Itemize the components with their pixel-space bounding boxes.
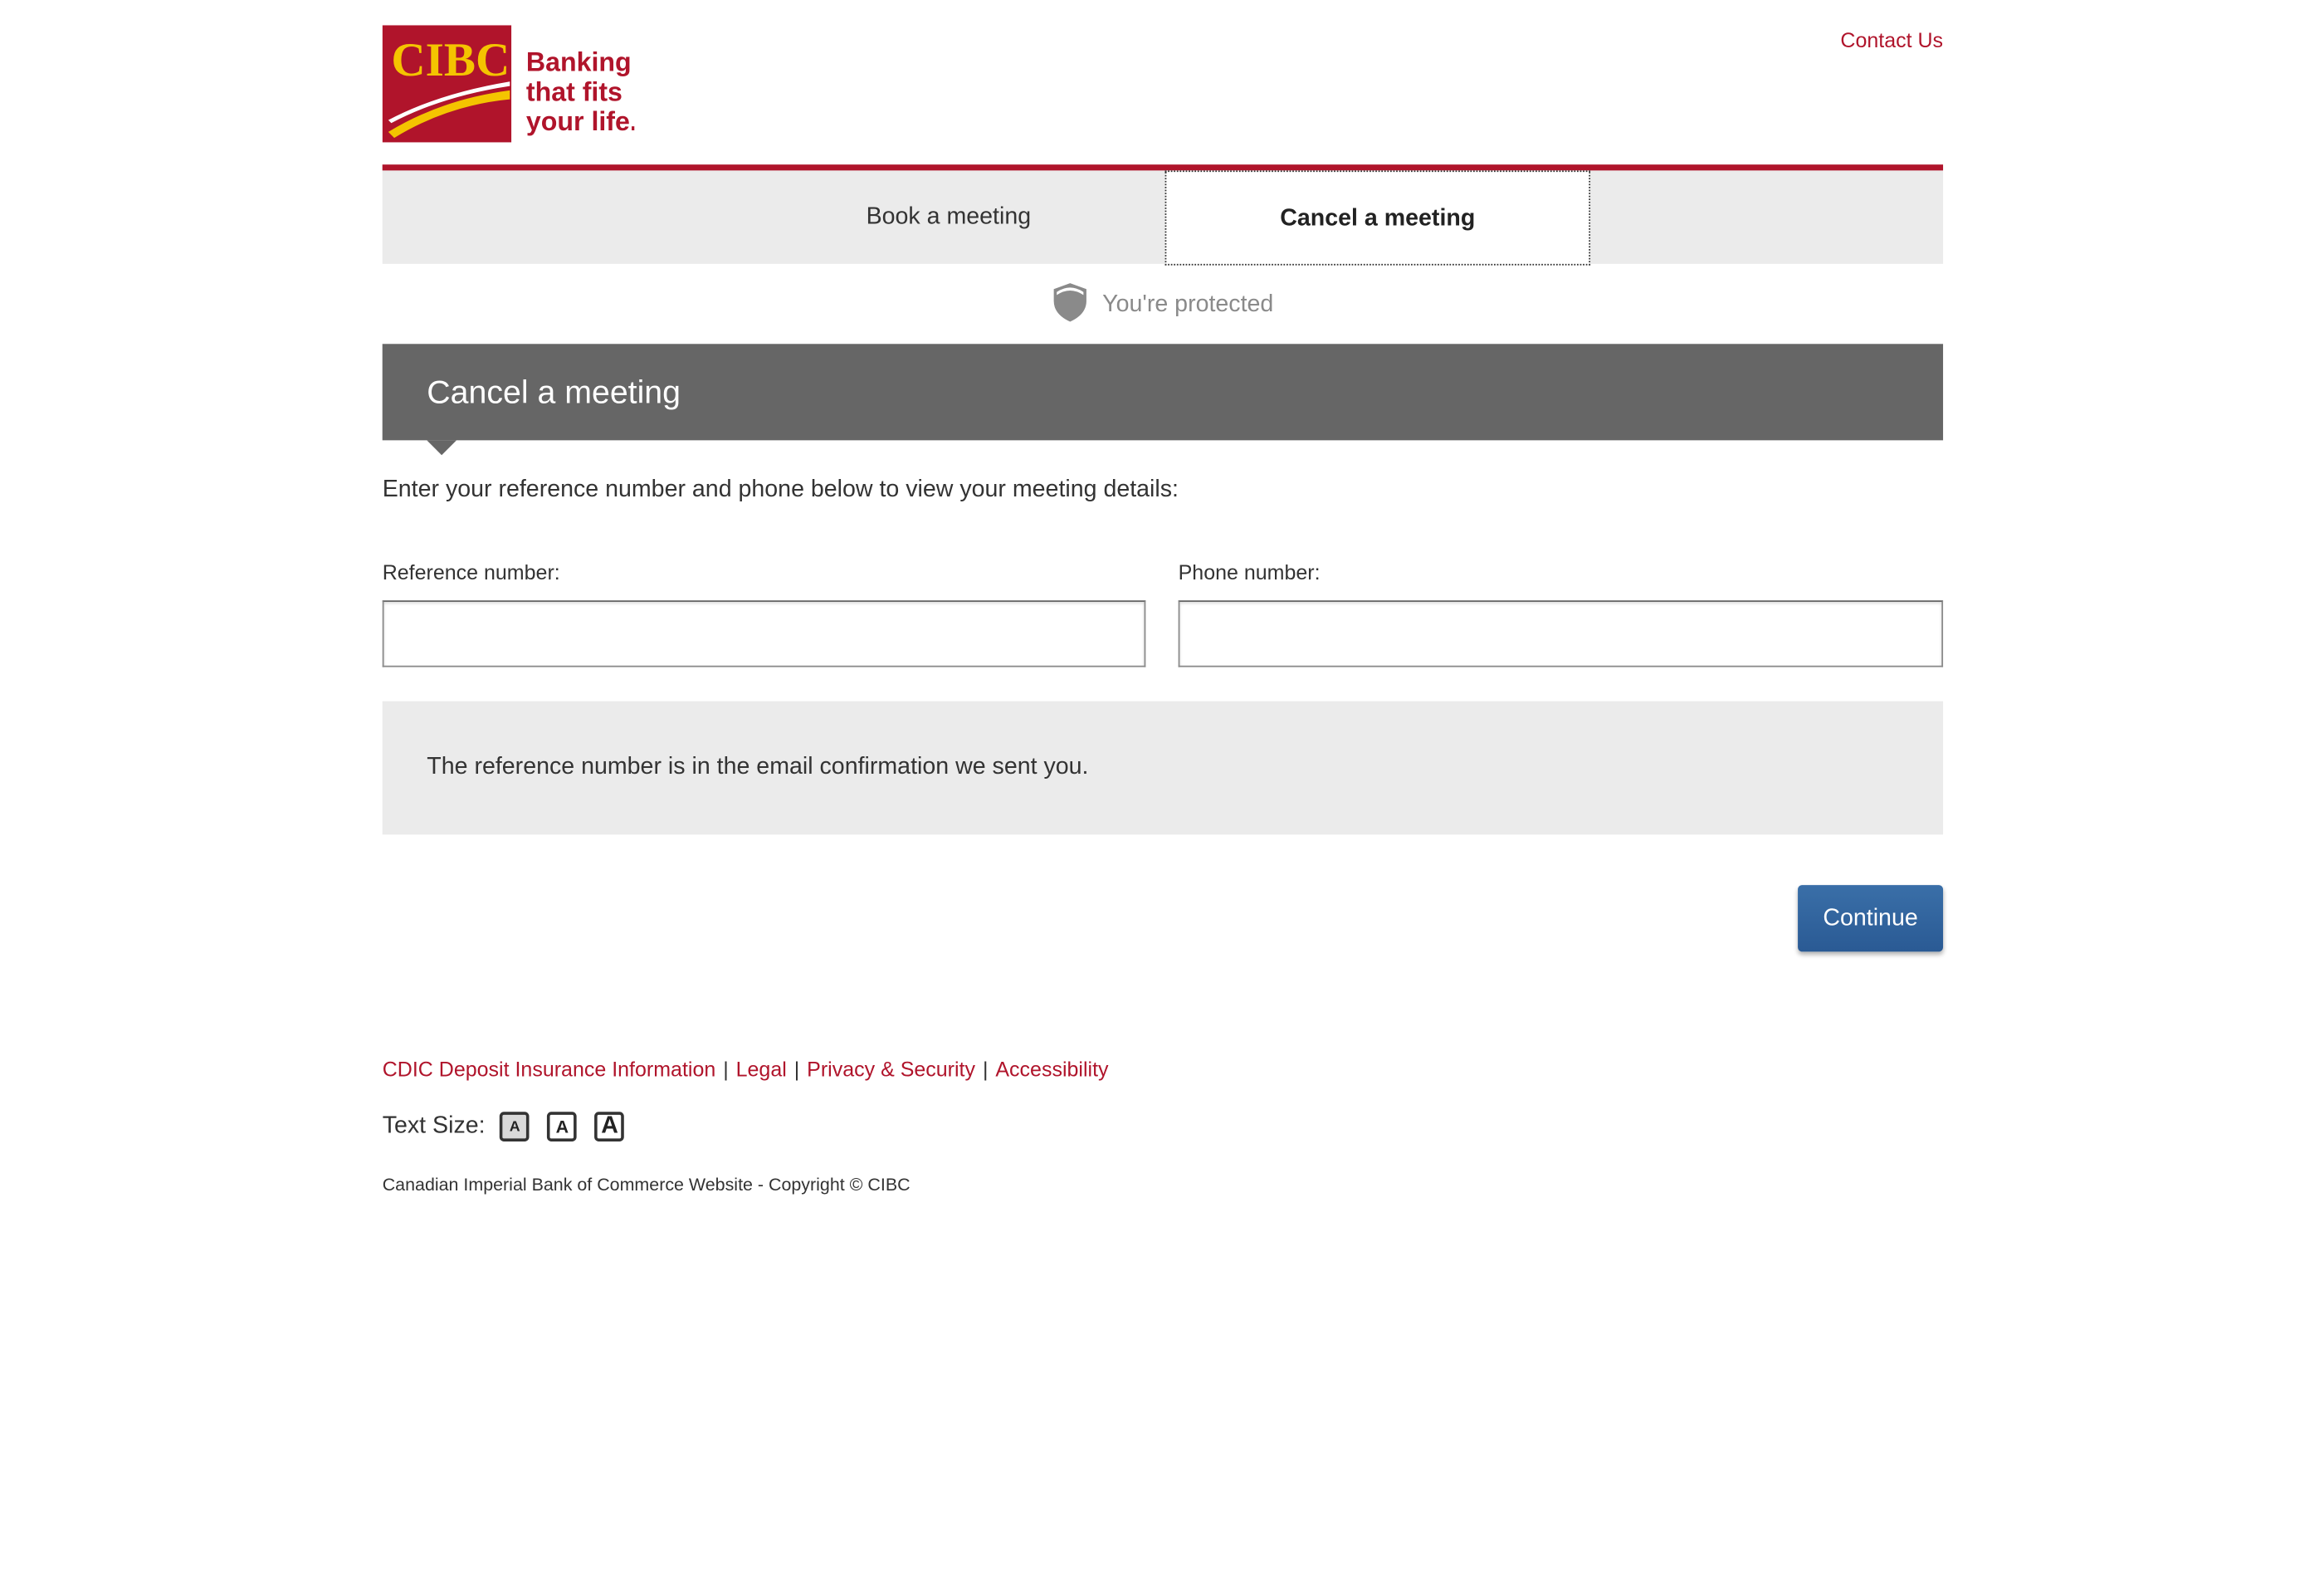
text-size-medium-button[interactable]: A bbox=[547, 1112, 578, 1141]
continue-button[interactable]: Continue bbox=[1798, 885, 1944, 952]
text-size-control: Text Size: A A A bbox=[383, 1112, 631, 1141]
text-size-large-button[interactable]: A bbox=[594, 1112, 625, 1141]
tab-book-meeting[interactable]: Book a meeting bbox=[738, 170, 1159, 263]
text-size-label: Text Size: bbox=[382, 1113, 486, 1139]
tab-bar: Book a meeting Cancel a meeting bbox=[382, 164, 1944, 266]
footer-separator: | bbox=[793, 1057, 800, 1081]
page-title: Cancel a meeting bbox=[427, 373, 681, 411]
tab-cancel-meeting[interactable]: Cancel a meeting bbox=[1164, 170, 1591, 266]
page-container: CIBC Banking that fits your life. Contac… bbox=[382, 0, 1944, 1573]
page: CIBC Banking that fits your life. Contac… bbox=[0, 0, 2324, 1573]
footer-link-privacy[interactable]: Privacy & Security bbox=[807, 1057, 975, 1081]
security-indicator: You're protected bbox=[383, 282, 1943, 326]
phone-number-input[interactable] bbox=[1178, 600, 1944, 667]
copyright-text: Canadian Imperial Bank of Commerce Websi… bbox=[382, 1174, 911, 1195]
logo-tagline-line1: Banking bbox=[526, 47, 632, 77]
phone-number-label: Phone number: bbox=[1178, 560, 1321, 584]
info-box: The reference number is in the email con… bbox=[382, 701, 1944, 835]
contact-us-link[interactable]: Contact Us bbox=[1840, 28, 1943, 52]
intro-text: Enter your reference number and phone be… bbox=[382, 477, 1179, 503]
logo-wordmark: CIBC bbox=[391, 34, 510, 86]
page-title-banner: Cancel a meeting bbox=[382, 344, 1944, 456]
logo-tagline-line3: your life. bbox=[526, 106, 634, 136]
footer-links: CDIC Deposit Insurance Information | Legal… bbox=[383, 1057, 1109, 1081]
logo-tagline-line2: that fits bbox=[526, 76, 622, 106]
info-text: The reference number is in the email con… bbox=[427, 754, 1089, 780]
reference-number-label: Reference number: bbox=[382, 560, 560, 584]
text-size-small-button[interactable]: A bbox=[500, 1112, 530, 1141]
security-text: You're protected bbox=[1102, 291, 1274, 318]
shield-icon bbox=[1052, 281, 1087, 330]
banner-pointer bbox=[427, 440, 456, 456]
footer-link-accessibility[interactable]: Accessibility bbox=[995, 1057, 1108, 1081]
reference-number-input[interactable] bbox=[382, 600, 1146, 667]
footer-link-cdic[interactable]: CDIC Deposit Insurance Information bbox=[383, 1057, 716, 1081]
footer-separator: | bbox=[723, 1057, 729, 1081]
footer-link-legal[interactable]: Legal bbox=[736, 1057, 787, 1081]
footer-separator: | bbox=[982, 1057, 989, 1081]
cibc-logo[interactable]: CIBC Banking that fits your life. bbox=[382, 25, 637, 144]
